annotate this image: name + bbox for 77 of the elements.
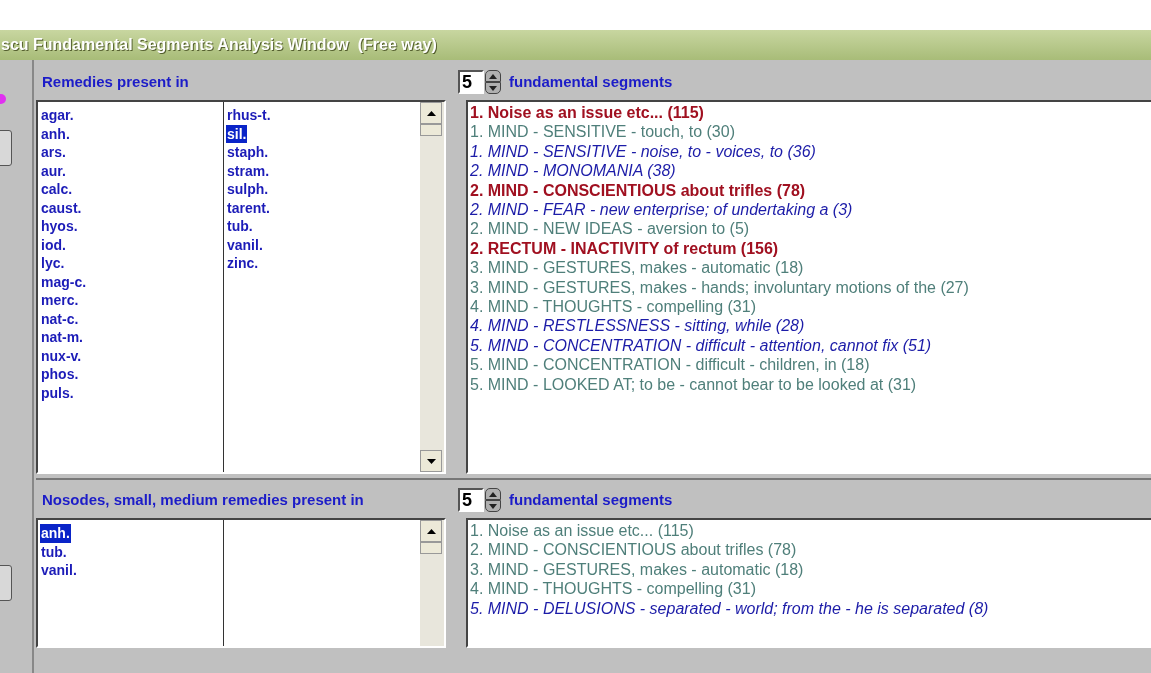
rubric-item[interactable]: 5. MIND - DELUSIONS - separated - world; from the - he is separated (8)	[470, 598, 1151, 619]
remedy-item[interactable]: tub.	[226, 217, 254, 236]
remedy-item[interactable]: rhus-t.	[226, 106, 272, 125]
remedy-item[interactable]: nux-v.	[40, 346, 83, 365]
rubric-item[interactable]: 3. MIND - GESTURES, makes - hands; involuntary motions of the (27)	[470, 277, 1151, 298]
remedy-item[interactable]: staph.	[226, 143, 270, 162]
remedy-item[interactable]: iod.	[40, 235, 67, 254]
remedy-item[interactable]: nat-m.	[40, 328, 84, 347]
rubric-list[interactable]	[466, 518, 1151, 648]
remedy-list[interactable]: agar. anh. ars. aur. calc. caust. hyos. iod. lyc. mag-c. merc. nat-c. nat-m. nux-v. phos. puls. rhus-t. sil. staph. stram. sulph. tarent. tub. vanil. zinc.	[36, 100, 446, 474]
rubric-item[interactable]: 2. RECTUM - INACTIVITY of rectum (156)	[470, 238, 1151, 259]
caret-down-icon	[489, 503, 497, 509]
remedy-item[interactable]: caust.	[40, 198, 83, 217]
caret-up-icon	[489, 491, 497, 497]
rubric-item[interactable]: 5. MIND - CONCENTRATION - difficult - children, in (18)	[470, 355, 1151, 375]
scrollbar[interactable]	[420, 520, 444, 646]
rubric-item[interactable]: 4. MIND - THOUGHTS - compelling (31)	[470, 297, 1151, 317]
remedy-list[interactable]: anh. tub. vanil.	[36, 518, 446, 648]
remedy-item[interactable]: sulph.	[226, 180, 270, 199]
rubric-item[interactable]: 5. MIND - CONCENTRATION - difficult - attention, cannot fix (51)	[470, 335, 1151, 356]
scroll-thumb[interactable]	[420, 124, 442, 136]
spin-down-button[interactable]	[485, 82, 501, 94]
remedy-item[interactable]: tarent.	[226, 198, 271, 217]
remedy-item[interactable]: lyc.	[40, 254, 66, 273]
section-label: fundamental segments	[509, 489, 673, 510]
remedy-item[interactable]: ars.	[40, 143, 67, 162]
remedy-item[interactable]: phos.	[40, 365, 80, 384]
rubric-item[interactable]: 4. MIND - RESTLESSNESS - sitting, while (28)	[470, 316, 1151, 336]
spin-up-button[interactable]	[485, 70, 501, 82]
remedy-item[interactable]: vanil.	[226, 235, 264, 254]
remedy-item[interactable]: calc.	[40, 180, 74, 199]
remedy-item[interactable]: mag-c.	[40, 272, 88, 291]
scrollbar[interactable]	[420, 102, 444, 472]
remedy-item[interactable]: anh.	[40, 524, 71, 543]
remedy-item[interactable]: anh.	[40, 124, 71, 143]
count-field[interactable]: 5	[458, 488, 484, 512]
remedy-item[interactable]: agar.	[40, 106, 75, 125]
caret-up-icon	[426, 528, 436, 534]
caret-up-icon	[489, 73, 497, 79]
spin-up-button[interactable]	[485, 488, 501, 500]
rubric-item[interactable]: 2. MIND - MONOMANIA (38)	[470, 161, 1151, 181]
scroll-up-button[interactable]	[420, 520, 442, 542]
rubric-item[interactable]: 2. MIND - CONSCIENTIOUS about trifles (78)	[470, 540, 1151, 560]
section-label: Nosodes, small, medium remedies present in	[42, 489, 365, 510]
rubric-item[interactable]: 1. MIND - SENSITIVE - noise, to - voices, to (36)	[470, 141, 1151, 162]
rubric-item[interactable]: 3. MIND - GESTURES, makes - automatic (18)	[470, 559, 1151, 580]
remedy-item[interactable]: vanil.	[40, 561, 78, 580]
section-label: fundamental segments	[509, 71, 673, 92]
rubric-item[interactable]: 2. MIND - CONSCIENTIOUS about trifles (78)	[470, 180, 1151, 201]
remedy-item[interactable]: aur.	[40, 161, 67, 180]
count-field[interactable]: 5	[458, 70, 484, 94]
rubric-item[interactable]: 3. MIND - GESTURES, makes - automatic (18)	[470, 258, 1151, 278]
remedy-item[interactable]: merc.	[40, 291, 80, 310]
rubric-item[interactable]: 1. Noise as an issue etc... (115)	[470, 521, 1151, 541]
remedy-item[interactable]: puls.	[40, 383, 75, 402]
spin-down-button[interactable]	[485, 500, 501, 512]
remedy-item[interactable]: hyos.	[40, 217, 79, 236]
caret-down-icon	[426, 458, 436, 464]
remedy-item[interactable]: sil.	[226, 124, 248, 143]
remedy-item[interactable]: stram.	[226, 161, 271, 180]
rubric-item[interactable]: 1. Noise as an issue etc... (115)	[470, 103, 1151, 123]
section-label: Remedies present in	[42, 71, 190, 92]
window-title: scu Fundamental Segments Analysis Window (Free way)	[0, 35, 437, 55]
scroll-thumb[interactable]	[420, 542, 442, 554]
caret-up-icon	[426, 110, 436, 116]
caret-down-icon	[489, 85, 497, 91]
rubric-list[interactable]	[466, 100, 1151, 474]
rubric-item[interactable]: 4. MIND - THOUGHTS - compelling (31)	[470, 579, 1151, 599]
remedy-item[interactable]: tub.	[40, 542, 68, 561]
scroll-up-button[interactable]	[420, 102, 442, 124]
rubric-item[interactable]: 5. MIND - LOOKED AT; to be - cannot bear to be looked at (31)	[470, 374, 1151, 395]
scroll-down-button[interactable]	[420, 450, 442, 472]
rubric-item[interactable]: 1. MIND - SENSITIVE - touch, to (30)	[470, 122, 1151, 142]
remedy-item[interactable]: nat-c.	[40, 309, 80, 328]
remedy-item[interactable]: zinc.	[226, 254, 260, 273]
rubric-item[interactable]: 2. MIND - NEW IDEAS - aversion to (5)	[470, 219, 1151, 239]
rubric-item[interactable]: 2. MIND - FEAR - new enterprise; of undertaking a (3)	[470, 200, 1151, 220]
